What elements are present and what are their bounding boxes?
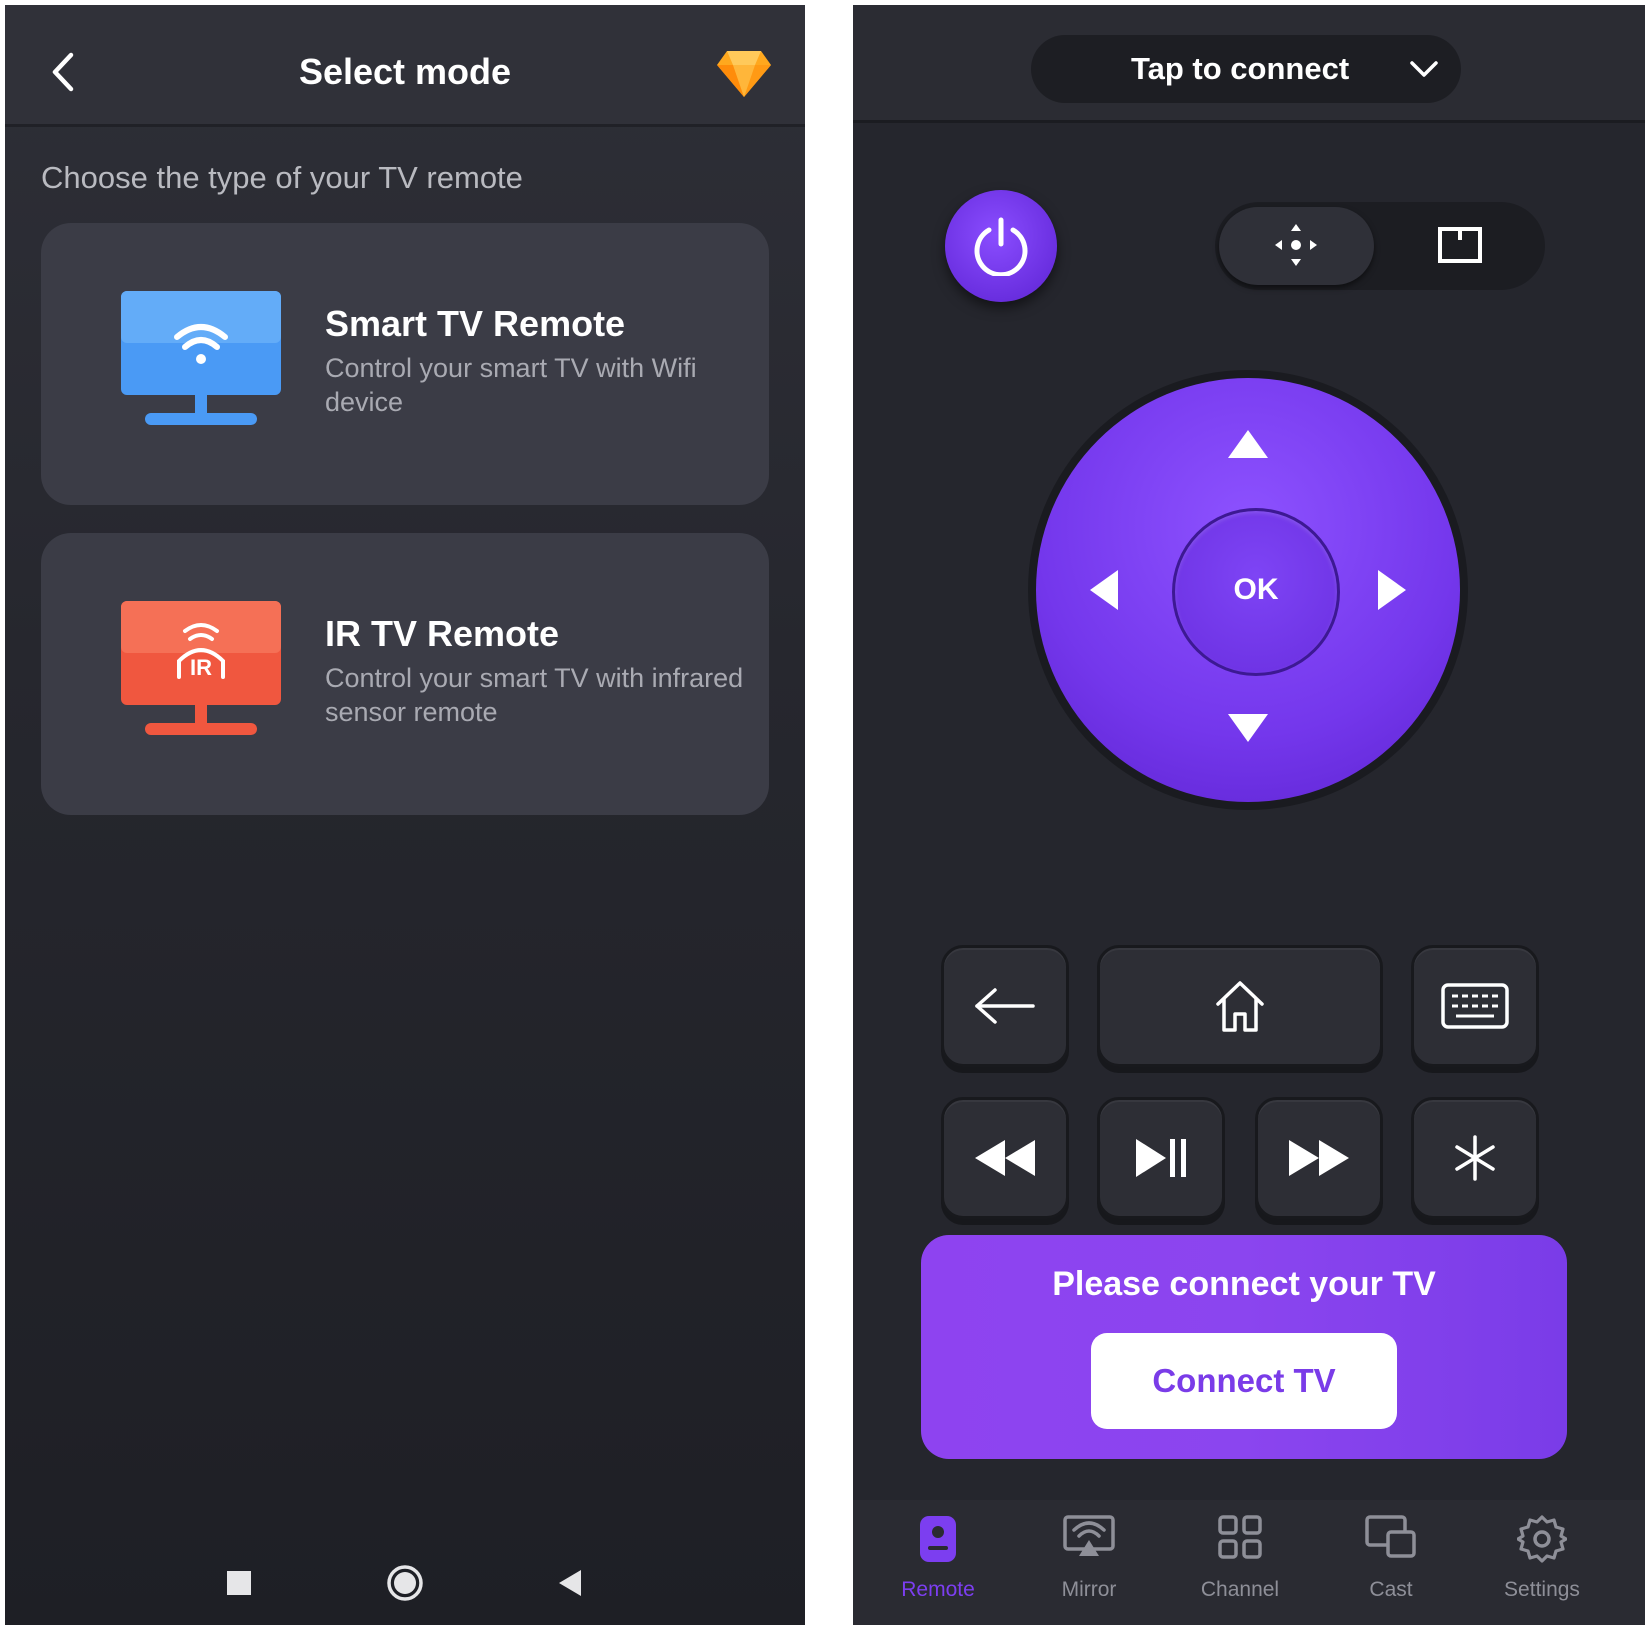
- home-icon: [1216, 981, 1264, 1032]
- back-button[interactable]: [941, 945, 1069, 1067]
- play-pause-icon: [1136, 1139, 1186, 1177]
- power-button[interactable]: [945, 190, 1057, 302]
- touchpad-mode-icon[interactable]: [1437, 226, 1483, 266]
- ok-label: OK: [1233, 573, 1279, 606]
- play-pause-button[interactable]: [1097, 1097, 1225, 1219]
- ir-tv-icon: IR: [121, 601, 281, 735]
- home-button[interactable]: [1097, 945, 1383, 1067]
- control-mode-toggle: [1215, 202, 1545, 290]
- smart-tv-remote-card[interactable]: Smart TV Remote Control your smart TV wi…: [41, 223, 769, 505]
- power-icon: [974, 217, 1028, 276]
- connect-tv-banner: Please connect your TV Connect TV: [921, 1235, 1567, 1459]
- up-arrow-button[interactable]: [1226, 428, 1270, 462]
- directional-pad: OK: [1028, 370, 1468, 810]
- banner-message: Please connect your TV: [1052, 1265, 1436, 1303]
- tab-label: Settings: [1504, 1578, 1580, 1601]
- card-title: IR TV Remote: [325, 613, 560, 654]
- top-bar: Tap to connect: [853, 5, 1645, 123]
- wifi-tv-icon: [121, 291, 281, 425]
- back-arrow-icon: [975, 988, 1035, 1024]
- connect-tv-button[interactable]: Connect TV: [1091, 1333, 1397, 1429]
- keyboard-button[interactable]: [1411, 945, 1539, 1067]
- right-arrow-button[interactable]: [1374, 568, 1408, 612]
- channel-icon: [1218, 1515, 1262, 1559]
- rewind-button[interactable]: [941, 1097, 1069, 1219]
- card-description: Control your smart TV with infrared sens…: [325, 663, 744, 727]
- home-circle-icon[interactable]: [386, 1564, 424, 1602]
- remote-screen: Tap to connect OK Please connect your TV…: [853, 5, 1645, 1625]
- fast-forward-icon: [1289, 1140, 1349, 1176]
- left-arrow-button[interactable]: [1088, 568, 1122, 612]
- card-title: Smart TV Remote: [325, 303, 626, 344]
- tab-remote[interactable]: Remote: [863, 1500, 1013, 1625]
- tab-settings[interactable]: Settings: [1467, 1500, 1617, 1625]
- page-subtitle: Choose the type of your TV remote: [41, 160, 523, 195]
- rewind-icon: [975, 1140, 1035, 1176]
- tab-label: Cast: [1369, 1578, 1413, 1601]
- premium-diamond-icon[interactable]: [715, 47, 773, 99]
- tap-to-connect-dropdown[interactable]: Tap to connect: [1031, 35, 1461, 103]
- bottom-tab-bar: Remote Mirror Channel Cast Settings: [853, 1500, 1645, 1625]
- mirror-icon: [1063, 1515, 1115, 1556]
- dpad-mode-icon[interactable]: [1273, 222, 1319, 268]
- top-app-bar: Select mode: [5, 5, 805, 127]
- back-triangle-icon[interactable]: [557, 1569, 583, 1597]
- down-arrow-button[interactable]: [1226, 710, 1270, 744]
- card-description: Control your smart TV with Wifi device: [325, 353, 697, 417]
- tab-cast[interactable]: Cast: [1316, 1500, 1466, 1625]
- connect-label: Tap to connect: [1131, 51, 1350, 86]
- options-button[interactable]: [1411, 1097, 1539, 1219]
- recents-square-icon[interactable]: [227, 1571, 251, 1595]
- ir-badge-text: IR: [190, 655, 212, 680]
- page-title: Select mode: [298, 51, 512, 92]
- select-mode-screen: Select mode Choose the type of your TV r…: [5, 5, 805, 1625]
- tab-label: Mirror: [1061, 1578, 1117, 1601]
- keyboard-icon: [1441, 983, 1509, 1029]
- asterisk-icon: [1455, 1135, 1495, 1181]
- fast-forward-button[interactable]: [1255, 1097, 1383, 1219]
- settings-icon: [1517, 1515, 1567, 1563]
- tab-channel[interactable]: Channel: [1165, 1500, 1315, 1625]
- tab-mirror[interactable]: Mirror: [1014, 1500, 1164, 1625]
- ir-tv-remote-card[interactable]: IR IR TV Remote Control your smart TV wi…: [41, 533, 769, 815]
- cast-icon: [1365, 1515, 1416, 1558]
- dpad-ring: OK: [1036, 378, 1460, 802]
- remote-icon: [920, 1516, 956, 1562]
- ok-button[interactable]: OK: [1172, 508, 1340, 676]
- chevron-down-icon: [1410, 61, 1438, 77]
- tab-label: Channel: [1200, 1578, 1280, 1601]
- tab-label: Remote: [901, 1578, 975, 1601]
- system-navigation-bar: [5, 1535, 805, 1615]
